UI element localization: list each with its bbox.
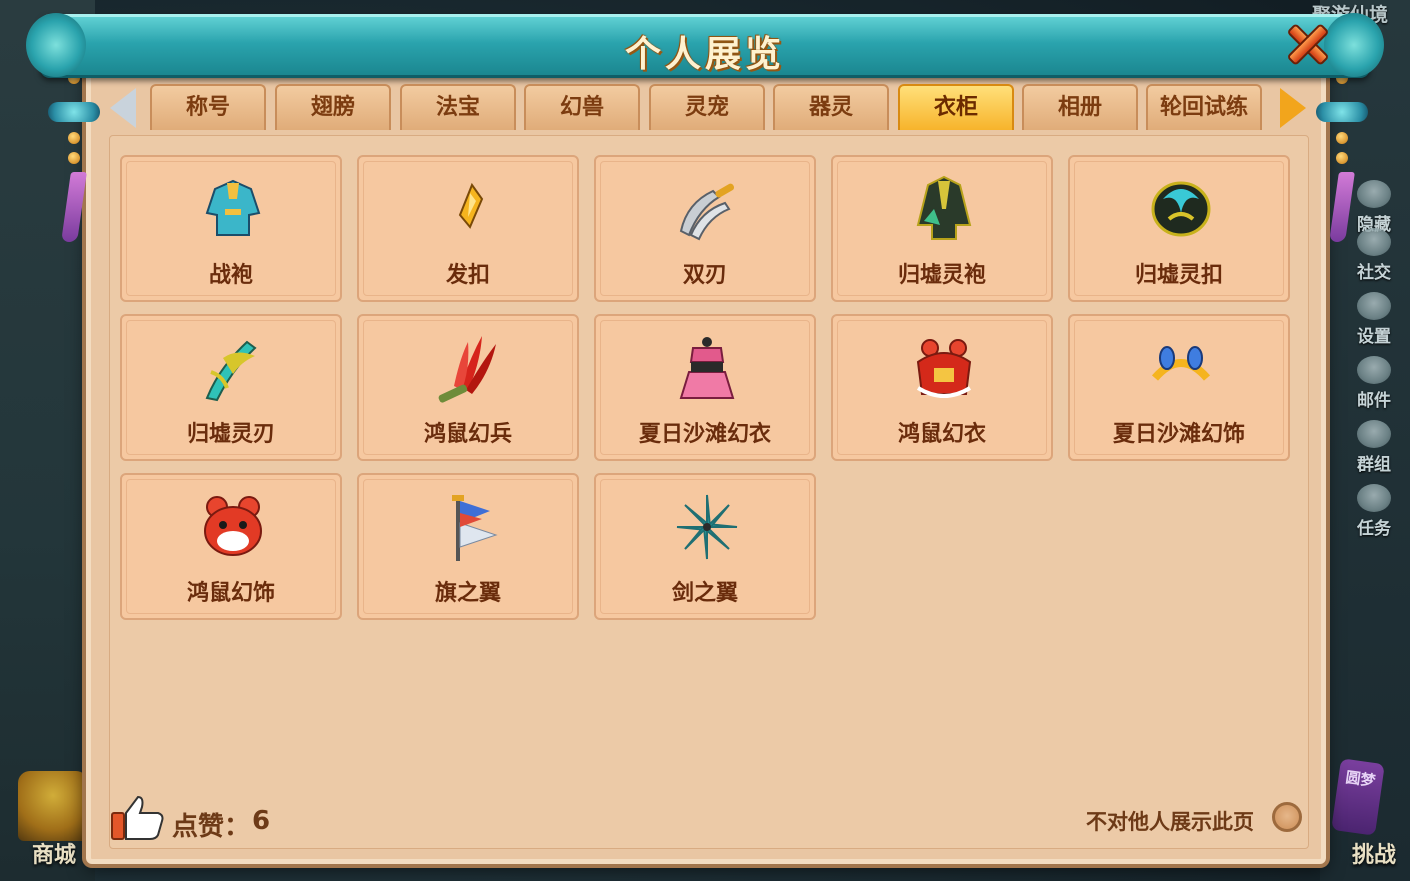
item-label: 双刃 (682, 263, 727, 288)
item-label: 旗之翼 (434, 581, 501, 606)
tab-treasure[interactable]: 法宝 (400, 84, 516, 130)
tab-album[interactable]: 相册 (1022, 84, 1138, 130)
beach-outfit-icon (679, 337, 735, 399)
item-label: 鸿鼠幻衣 (897, 422, 986, 447)
tab-wardrobe[interactable]: 衣柜 (898, 84, 1014, 130)
item-card[interactable]: 战袍 (120, 155, 342, 302)
gear-icon (1357, 292, 1391, 320)
twin-blade-icon (679, 183, 735, 241)
item-card[interactable]: 夏日沙滩幻饰 (1068, 314, 1290, 461)
beach-accessory-icon (1151, 346, 1211, 381)
robe-icon (205, 179, 261, 236)
hide-page-label: 不对他人展示此页 (1086, 810, 1254, 834)
close-button[interactable] (1282, 18, 1330, 67)
item-card[interactable]: 鸿鼠幻饰 (120, 473, 342, 620)
title-bar: 个人展览 (26, 13, 1384, 78)
tab-title[interactable]: 称号 (150, 84, 266, 130)
tab-pet[interactable]: 灵宠 (649, 84, 765, 130)
rat-weapon-icon (438, 336, 496, 403)
item-label: 剑之翼 (671, 581, 738, 606)
shop-label[interactable]: 商城 (32, 837, 76, 869)
left-ornament (48, 72, 100, 242)
rat-accessory-icon (204, 496, 262, 556)
sword-wing-icon (676, 494, 738, 560)
rat-outfit-icon (916, 339, 972, 398)
group-icon (1357, 420, 1391, 448)
guixu-clasp-icon (1151, 181, 1211, 237)
item-label: 归墟灵刃 (186, 422, 275, 447)
item-label: 鸿鼠幻兵 (423, 422, 512, 447)
like-count: 6 (252, 806, 271, 836)
flag-wing-icon (452, 495, 498, 561)
item-card[interactable]: 夏日沙滩幻衣 (594, 314, 816, 461)
hair-clasp-icon (458, 182, 484, 229)
hide-page-radio[interactable] (1272, 802, 1302, 832)
side-button-group[interactable]: 群组 (1348, 420, 1400, 475)
item-card[interactable]: 剑之翼 (594, 473, 816, 620)
task-icon (1357, 484, 1391, 512)
challenge-label[interactable]: 挑战 (1352, 837, 1396, 869)
thumbs-up-icon[interactable] (110, 795, 166, 841)
guixu-robe-icon (916, 175, 972, 240)
item-card[interactable]: 归墟灵袍 (831, 155, 1053, 302)
tab-scroll-right-button[interactable] (1278, 88, 1308, 128)
mail-icon (1357, 356, 1391, 384)
guixu-blade-icon (205, 340, 257, 402)
item-label: 归墟灵袍 (897, 263, 986, 288)
right-ornament (1316, 72, 1368, 242)
hide-icon (1357, 180, 1391, 208)
side-button-settings[interactable]: 设置 (1348, 292, 1400, 347)
item-label: 夏日沙滩幻衣 (638, 422, 771, 447)
tab-reincarnation-trial[interactable]: 轮回试练 (1146, 84, 1262, 130)
side-button-mail[interactable]: 邮件 (1348, 356, 1400, 411)
tab-beast[interactable]: 幻兽 (524, 84, 640, 130)
item-label: 夏日沙滩幻饰 (1112, 422, 1245, 447)
side-button-task[interactable]: 任务 (1348, 484, 1400, 539)
item-card[interactable]: 归墟灵扣 (1068, 155, 1290, 302)
social-icon (1357, 228, 1391, 256)
item-card[interactable]: 双刃 (594, 155, 816, 302)
item-card[interactable]: 旗之翼 (357, 473, 579, 620)
item-card[interactable]: 鸿鼠幻衣 (831, 314, 1053, 461)
tab-artifact-spirit[interactable]: 器灵 (773, 84, 889, 130)
page-title: 个人展览 (624, 34, 785, 75)
item-card[interactable]: 发扣 (357, 155, 579, 302)
item-card[interactable]: 鸿鼠幻兵 (357, 314, 579, 461)
item-label: 鸿鼠幻饰 (186, 581, 275, 606)
side-button-social[interactable]: 社交 (1348, 228, 1400, 283)
item-card[interactable]: 归墟灵刃 (120, 314, 342, 461)
shop-icon[interactable] (18, 771, 88, 841)
tab-scroll-left-button[interactable] (108, 88, 138, 128)
item-label: 归墟灵扣 (1134, 263, 1223, 288)
like-label: 点赞： (172, 812, 251, 842)
side-button-hide[interactable]: 隐藏 (1348, 180, 1400, 235)
tab-wings[interactable]: 翅膀 (275, 84, 391, 130)
item-label: 发扣 (445, 263, 490, 288)
item-label: 战袍 (208, 263, 253, 288)
